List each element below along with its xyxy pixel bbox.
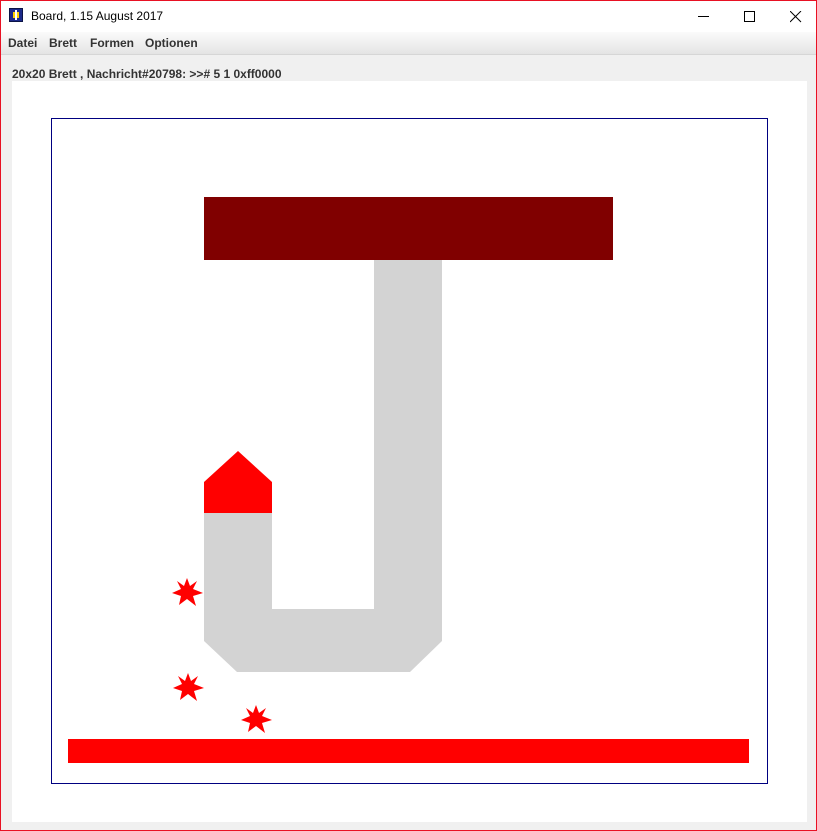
board-window: Board, 1.15 August 2017 Datei Brett Form…	[0, 0, 817, 831]
menu-formen[interactable]: Formen	[90, 36, 134, 50]
menu-datei[interactable]: Datei	[8, 36, 37, 50]
maximize-button[interactable]	[727, 1, 773, 32]
menu-bar: Datei Brett Formen Optionen	[1, 32, 816, 55]
menu-optionen[interactable]: Optionen	[145, 36, 198, 50]
close-button[interactable]	[773, 1, 817, 32]
maximize-icon	[744, 11, 755, 22]
close-icon	[790, 11, 802, 23]
app-icon	[9, 8, 23, 22]
menu-brett[interactable]: Brett	[49, 36, 77, 50]
minimize-icon	[698, 16, 709, 17]
board-panel	[12, 81, 807, 822]
window-title: Board, 1.15 August 2017	[31, 9, 164, 23]
bottom-bar[interactable]	[68, 739, 749, 763]
status-message: 20x20 Brett , Nachricht#20798: >># 5 1 0…	[12, 67, 282, 81]
minimize-button[interactable]	[681, 1, 727, 32]
title-bar[interactable]: Board, 1.15 August 2017	[1, 1, 816, 32]
board-canvas[interactable]	[12, 81, 807, 822]
top-bar[interactable]	[204, 197, 613, 260]
